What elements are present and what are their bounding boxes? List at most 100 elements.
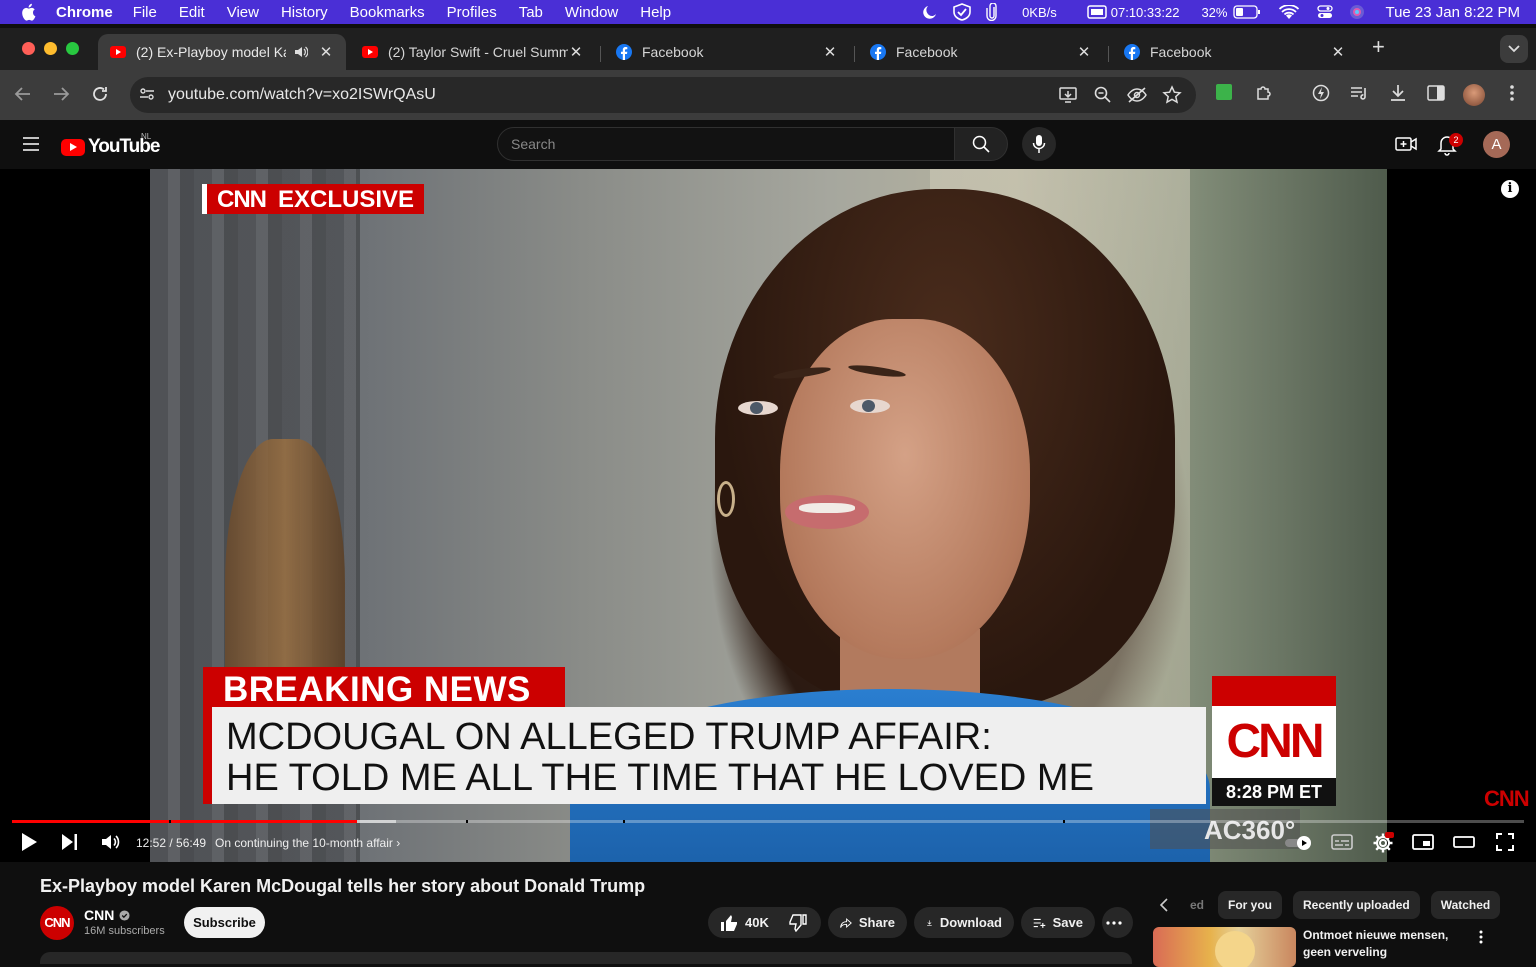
search-button[interactable] [954, 127, 1008, 161]
tab-facebook-2[interactable]: Facebook ✕ [858, 34, 1104, 70]
chapter-chevron-icon: › [396, 836, 401, 850]
control-center-icon[interactable] [1317, 5, 1334, 19]
site-settings-icon[interactable] [138, 85, 156, 103]
chip-partial[interactable]: ed [1184, 891, 1210, 919]
download-icon[interactable] [1388, 83, 1408, 103]
menu-bookmarks[interactable]: Bookmarks [350, 4, 425, 21]
battery-percent[interactable]: 32% [1201, 5, 1227, 20]
account-avatar[interactable]: A [1483, 131, 1510, 158]
subscribe-button[interactable]: Subscribe [184, 907, 265, 938]
minimize-window-button[interactable] [44, 42, 57, 55]
zoom-window-button[interactable] [66, 42, 79, 55]
moon-icon[interactable] [922, 4, 938, 20]
speaker-icon[interactable] [294, 46, 308, 58]
reload-icon[interactable] [91, 85, 109, 103]
recommendation-title[interactable]: Ontmoet nieuwe mensen, geen verveling [1303, 927, 1478, 961]
play-icon[interactable] [20, 832, 38, 852]
side-panel-icon[interactable] [1426, 83, 1446, 103]
video-player[interactable]: CNN EXCLUSIVE BREAKING NEWS MCDOUGAL ON … [0, 169, 1536, 862]
url-text[interactable]: youtube.com/watch?v=xo2ISWrQAsU [168, 86, 436, 104]
performance-icon[interactable] [1311, 83, 1331, 103]
menu-file[interactable]: File [133, 4, 157, 21]
paperclip-icon[interactable] [986, 3, 998, 21]
install-app-icon[interactable] [1058, 85, 1078, 105]
recommendation-more-icon[interactable] [1478, 929, 1484, 945]
extension-green-icon[interactable] [1215, 83, 1233, 101]
forward-arrow-icon[interactable] [52, 85, 70, 103]
menu-profiles[interactable]: Profiles [447, 4, 497, 21]
timer-icon[interactable] [1087, 5, 1107, 19]
voice-search-button[interactable] [1022, 127, 1056, 161]
back-arrow-icon[interactable] [14, 85, 32, 103]
theater-mode-icon[interactable] [1453, 832, 1475, 852]
timer-readout[interactable]: 07:10:33:22 [1111, 5, 1180, 20]
network-speed[interactable]: 0KB/s [1022, 5, 1057, 20]
create-video-icon[interactable] [1395, 134, 1417, 154]
like-button[interactable]: 40K [720, 914, 769, 932]
playlist-add-icon [1033, 918, 1046, 928]
menu-edit[interactable]: Edit [179, 4, 205, 21]
volume-icon[interactable] [100, 832, 120, 852]
battery-icon[interactable] [1233, 5, 1261, 19]
share-button[interactable]: Share [828, 907, 907, 938]
save-button[interactable]: Save [1021, 907, 1095, 938]
siri-icon[interactable] [1349, 4, 1365, 20]
chapter-title-text: On continuing the 10-month affair [215, 836, 393, 850]
menu-tab[interactable]: Tab [519, 4, 543, 21]
autoplay-toggle[interactable] [1284, 835, 1316, 851]
close-window-button[interactable] [22, 42, 35, 55]
channel-name[interactable]: CNN [84, 907, 130, 923]
vpn-shield-icon[interactable] [952, 3, 972, 21]
close-tab-icon[interactable]: ✕ [318, 43, 334, 61]
cnn-bug: CNN 8:28 PM ET [1212, 676, 1336, 806]
close-tab-icon[interactable]: ✕ [1076, 43, 1092, 61]
new-tab-button[interactable]: + [1372, 34, 1385, 60]
search-input[interactable] [498, 128, 954, 160]
menu-app-name[interactable]: Chrome [56, 4, 113, 21]
subtitles-icon[interactable] [1331, 832, 1353, 852]
chapter-title[interactable]: On continuing the 10-month affair › [215, 836, 400, 850]
chip-recently-uploaded[interactable]: Recently uploaded [1293, 891, 1420, 919]
cnn-logo: CNN [207, 184, 274, 214]
bookmark-star-icon[interactable] [1162, 85, 1182, 105]
tab-search-button[interactable] [1500, 35, 1528, 63]
close-tab-icon[interactable]: ✕ [1330, 43, 1346, 61]
download-button[interactable]: Download [914, 907, 1014, 938]
zoom-icon[interactable] [1093, 85, 1113, 105]
close-tab-icon[interactable]: ✕ [568, 43, 584, 61]
youtube-logo[interactable]: YouTube NL [61, 132, 160, 158]
tab-facebook-1[interactable]: Facebook ✕ [604, 34, 850, 70]
fullscreen-icon[interactable] [1495, 832, 1515, 852]
video-info-icon[interactable]: i [1501, 180, 1519, 198]
tab-youtube-mcdougal[interactable]: (2) Ex-Playboy model Karen McDougal tell… [98, 34, 346, 70]
progress-bar[interactable] [12, 820, 1524, 823]
chip-watched[interactable]: Watched [1430, 891, 1501, 919]
hamburger-menu-icon[interactable] [21, 135, 41, 153]
recommendation-thumbnail[interactable] [1153, 927, 1296, 967]
channel-avatar[interactable]: CNN [40, 906, 74, 940]
tracking-protection-icon[interactable] [1126, 85, 1148, 105]
menu-history[interactable]: History [281, 4, 328, 21]
settings-gear-icon[interactable] [1372, 832, 1394, 854]
tab-youtube-taylor-swift[interactable]: (2) Taylor Swift - Cruel Summer ✕ [350, 34, 596, 70]
wifi-icon[interactable] [1279, 4, 1300, 20]
miniplayer-icon[interactable] [1412, 832, 1434, 852]
close-tab-icon[interactable]: ✕ [822, 43, 838, 61]
extensions-puzzle-icon[interactable] [1254, 83, 1274, 103]
next-video-icon[interactable] [61, 832, 79, 852]
profile-avatar[interactable] [1463, 84, 1485, 106]
dislike-button[interactable] [789, 913, 814, 932]
menubar-clock[interactable]: Tue 23 Jan 8:22 PM [1385, 4, 1520, 21]
menu-help[interactable]: Help [640, 4, 671, 21]
tab-facebook-3[interactable]: Facebook ✕ [1112, 34, 1358, 70]
address-bar[interactable]: youtube.com/watch?v=xo2ISWrQAsU [130, 77, 1196, 113]
menu-view[interactable]: View [227, 4, 259, 21]
chip-for-you[interactable]: For you [1218, 891, 1283, 919]
chips-scroll-left-icon[interactable] [1160, 898, 1168, 912]
apple-menu-icon[interactable] [20, 3, 42, 21]
more-menu-icon[interactable] [1504, 83, 1520, 103]
more-actions-button[interactable] [1102, 907, 1133, 938]
description-box[interactable] [40, 952, 1132, 964]
media-controls-icon[interactable] [1349, 83, 1369, 103]
menu-window[interactable]: Window [565, 4, 618, 21]
